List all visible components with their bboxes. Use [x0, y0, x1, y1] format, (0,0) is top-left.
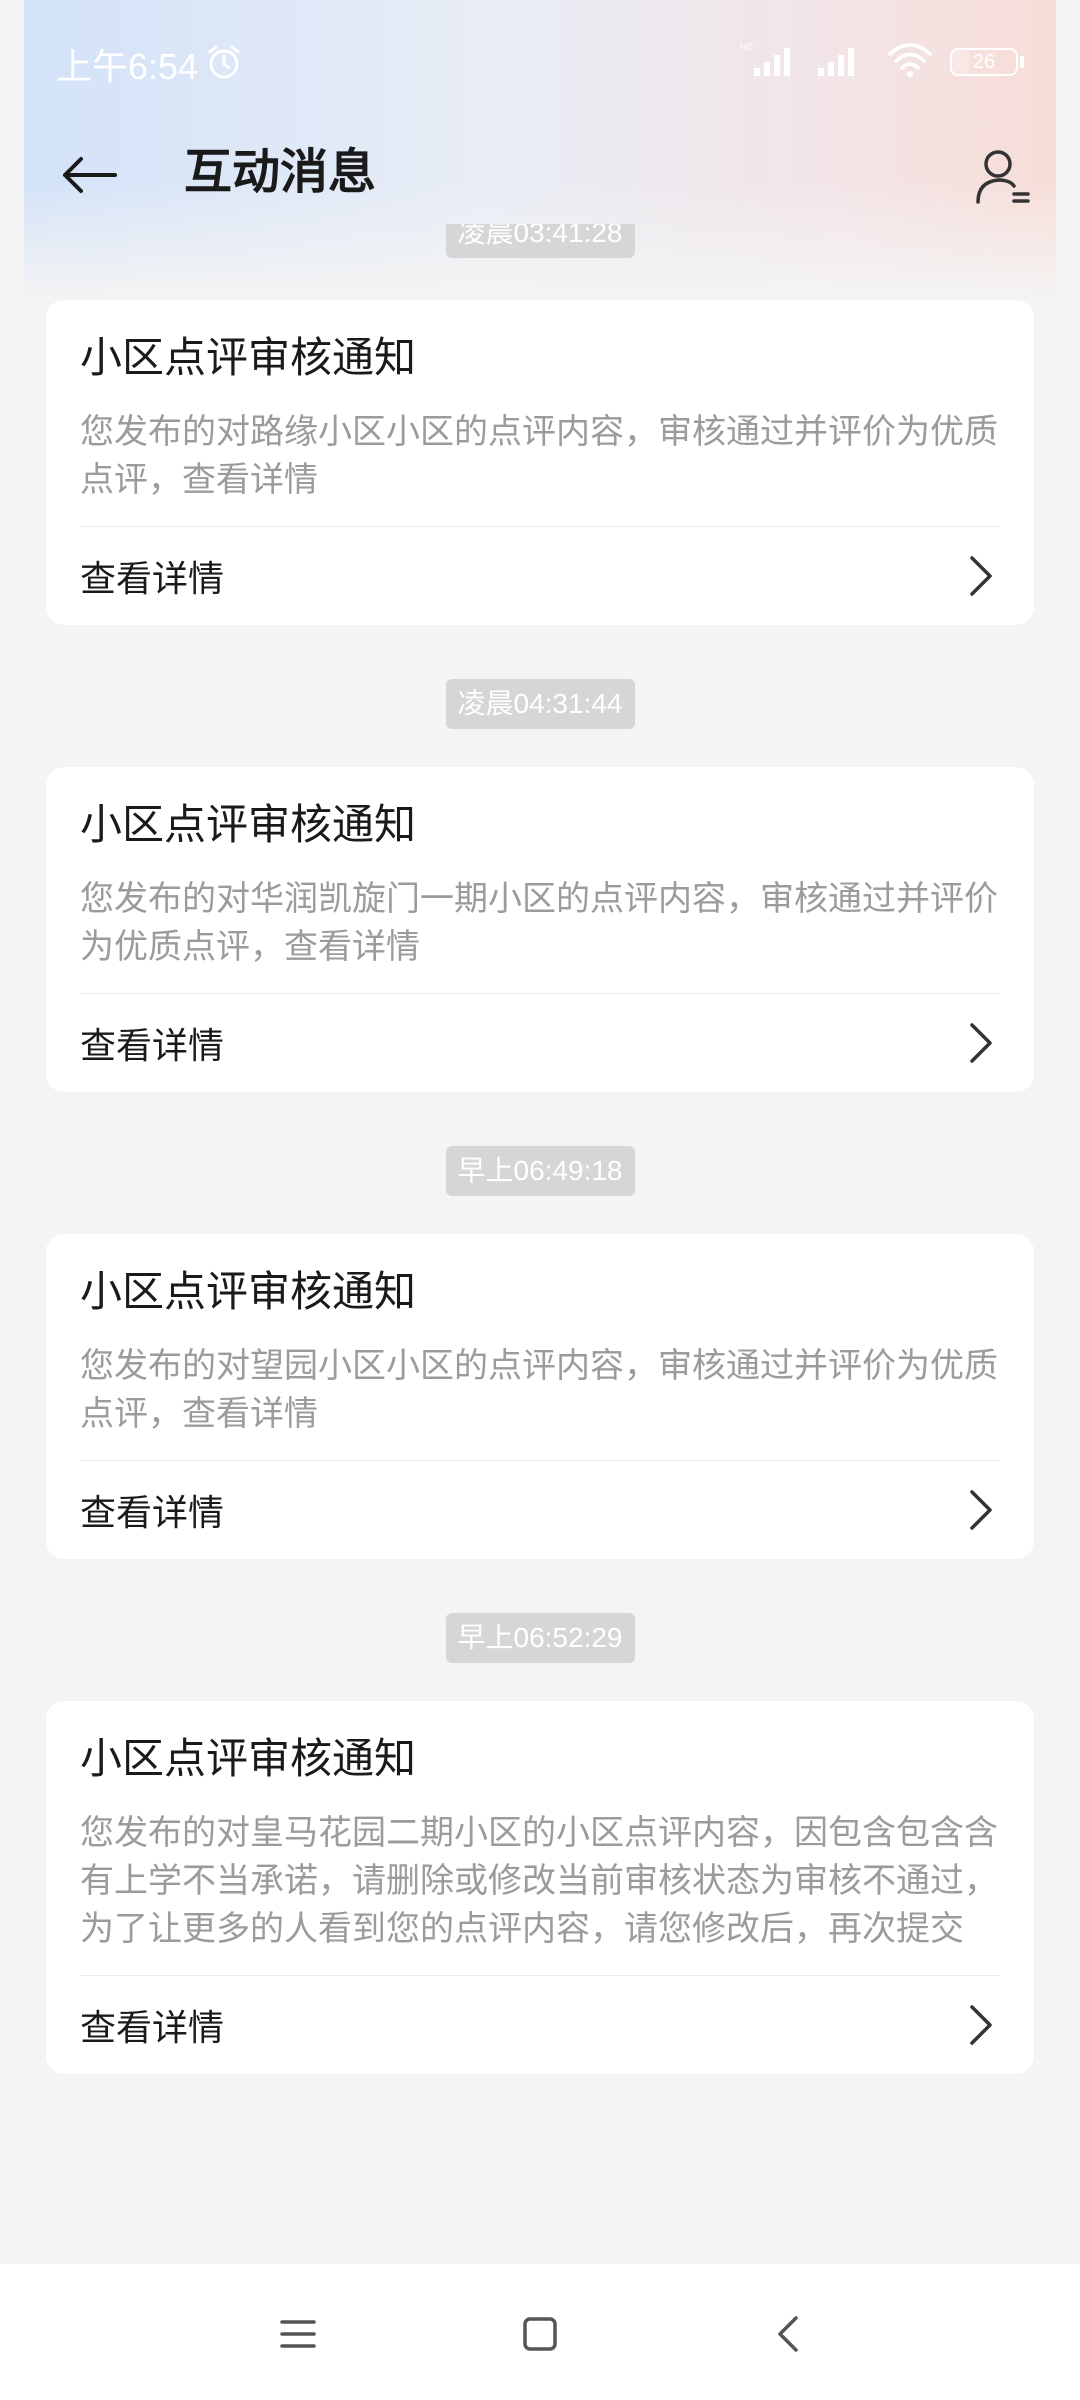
message-card[interactable]: 小区点评审核通知 您发布的对皇马花园二期小区的小区点评内容，因包含包含含有上学不…	[46, 1701, 1034, 2074]
view-details-link[interactable]: 查看详情	[80, 527, 1000, 625]
nav-back-button[interactable]	[758, 2304, 818, 2364]
time-chip-row: 早上06:49:18	[0, 1146, 1080, 1196]
view-details-link[interactable]: 查看详情	[80, 1461, 1000, 1559]
chevron-right-icon	[970, 556, 992, 596]
chevron-right-icon	[970, 1023, 992, 1063]
message-title: 小区点评审核通知	[80, 1267, 417, 1316]
view-details-label: 查看详情	[80, 2008, 225, 2049]
nav-menu-button[interactable]	[268, 2304, 328, 2364]
time-chip-row: 早上06:52:29	[0, 1613, 1080, 1663]
message-title: 小区点评审核通知	[80, 1734, 417, 1783]
chevron-right-icon	[970, 2005, 992, 2045]
alarm-icon	[208, 45, 240, 79]
message-description: 您发布的对路缘小区小区的点评内容，审核通过并评价为优质点评，查看详情	[80, 412, 998, 500]
system-nav-bar	[0, 2264, 1080, 2400]
time-chip: 早上06:52:29	[445, 1613, 635, 1663]
time-chip-row: 凌晨03:41:28	[0, 224, 1080, 258]
message-description: 您发布的对望园小区小区的点评内容，审核通过并评价为优质点评，查看详情	[80, 1346, 998, 1434]
svg-text:HD: HD	[740, 42, 753, 52]
back-triangle-icon	[778, 2316, 798, 2352]
time-chip-row: 凌晨04:31:44	[0, 679, 1080, 729]
message-card[interactable]: 小区点评审核通知 您发布的对华润凯旋门一期小区的点评内容，审核通过并评价为优质点…	[46, 767, 1034, 1092]
view-details-label: 查看详情	[80, 1493, 225, 1534]
view-details-label: 查看详情	[80, 1026, 225, 1067]
home-square-icon	[523, 2317, 557, 2351]
wifi-icon	[888, 43, 932, 77]
screen: 上午6:54 HD 26 互动消息 凌晨03:41:28 小区点评审核通知 您发…	[0, 0, 1080, 2400]
arrow-left-icon	[63, 157, 117, 193]
message-card[interactable]: 小区点评审核通知 您发布的对路缘小区小区的点评内容，审核通过并评价为优质点评，查…	[46, 300, 1034, 625]
signal-icon	[818, 48, 854, 76]
status-bar: 上午6:54 HD 26	[24, 0, 1056, 120]
message-description: 您发布的对华润凯旋门一期小区的点评内容，审核通过并评价为优质点评，查看详情	[80, 879, 998, 967]
view-details-link[interactable]: 查看详情	[80, 1976, 1000, 2074]
status-time: 上午6:54	[56, 46, 199, 87]
message-list-content: 凌晨03:41:28 小区点评审核通知 您发布的对路缘小区小区的点评内容，审核通…	[0, 224, 1080, 2114]
chevron-right-icon	[970, 1490, 992, 1530]
signal-hd-icon: HD	[740, 42, 790, 76]
view-details-label: 查看详情	[80, 559, 225, 600]
message-title: 小区点评审核通知	[80, 800, 417, 849]
battery-tip	[1020, 56, 1024, 68]
message-card[interactable]: 小区点评审核通知 您发布的对望园小区小区的点评内容，审核通过并评价为优质点评，查…	[46, 1234, 1034, 1559]
menu-icon	[280, 2320, 316, 2348]
time-chip: 凌晨03:41:28	[445, 224, 635, 258]
app-header: 互动消息	[24, 120, 1056, 230]
battery-icon: 26	[950, 48, 1018, 76]
time-chip: 早上06:49:18	[445, 1146, 635, 1196]
message-title: 小区点评审核通知	[80, 333, 417, 382]
message-description: 您发布的对皇马花园二期小区的小区点评内容，因包含包含含有上学不当承诺，请删除或修…	[80, 1813, 998, 1949]
message-list[interactable]: 凌晨03:41:28 小区点评审核通知 您发布的对路缘小区小区的点评内容，审核通…	[0, 224, 1080, 2264]
nav-home-button[interactable]	[510, 2304, 570, 2364]
time-chip: 凌晨04:31:44	[445, 679, 635, 729]
user-list-icon	[976, 150, 1030, 204]
view-details-link[interactable]: 查看详情	[80, 994, 1000, 1092]
profile-button[interactable]	[962, 136, 1042, 216]
page-title: 互动消息	[184, 144, 377, 200]
back-button[interactable]	[54, 140, 124, 210]
battery-text: 26	[972, 51, 996, 73]
